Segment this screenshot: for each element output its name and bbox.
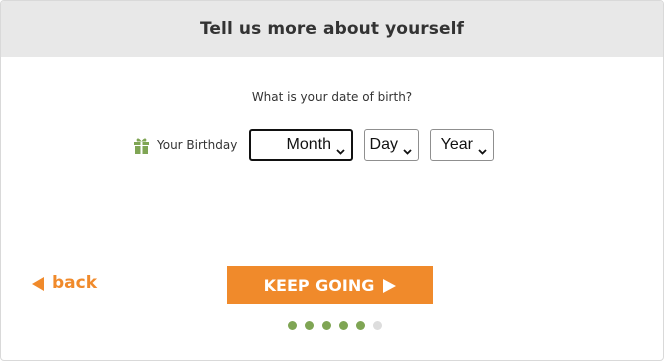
- back-button[interactable]: back: [32, 273, 97, 293]
- progress-dot: [373, 321, 382, 330]
- progress-dots: [288, 321, 382, 330]
- day-select[interactable]: Day: [364, 129, 419, 161]
- month-select[interactable]: Month: [249, 129, 353, 161]
- page-title: Tell us more about yourself: [199, 19, 465, 39]
- birthday-field-row: Your Birthday Month Day Year: [1, 129, 663, 163]
- birthday-label-text: Your Birthday: [157, 138, 238, 152]
- year-select-value: Year: [440, 136, 473, 153]
- progress-dot: [356, 321, 365, 330]
- keep-going-label: KEEP GOING: [263, 275, 375, 295]
- gift-icon: [133, 136, 150, 154]
- progress-dot: [305, 321, 314, 330]
- birthday-modal: Tell us more about yourself What is your…: [0, 0, 664, 361]
- month-select-value: Month: [286, 136, 331, 153]
- day-select-value: Day: [369, 136, 398, 153]
- chevron-down-icon: [478, 142, 487, 155]
- question-text: What is your date of birth?: [251, 90, 413, 104]
- progress-dot: [322, 321, 331, 330]
- back-arrow-icon: [32, 276, 44, 291]
- progress-dot: [288, 321, 297, 330]
- birthday-label: Your Birthday: [133, 136, 237, 154]
- chevron-down-icon: [336, 142, 345, 155]
- back-label: back: [52, 273, 98, 293]
- modal-header: Tell us more about yourself: [1, 1, 663, 57]
- play-arrow-icon: [383, 278, 397, 293]
- keep-going-button[interactable]: KEEP GOING: [227, 266, 433, 304]
- year-select[interactable]: Year: [430, 129, 494, 161]
- chevron-down-icon: [403, 142, 412, 155]
- progress-dot: [339, 321, 348, 330]
